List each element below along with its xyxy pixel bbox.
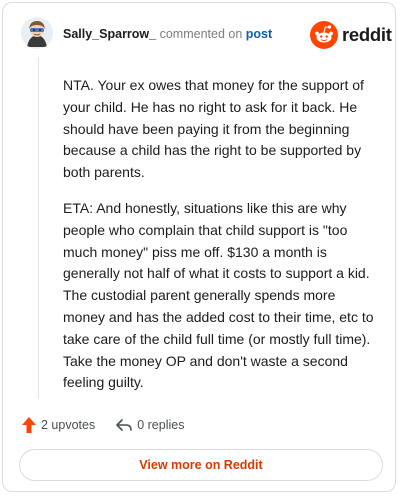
comment-paragraph: ETA: And honestly, situations like this …	[63, 199, 374, 391]
thread-line	[38, 57, 39, 399]
comment-byline: Sally_Sparrow_ commented on post	[63, 26, 272, 42]
username-link[interactable]: Sally_Sparrow_	[63, 27, 156, 41]
view-more-button[interactable]: View more on Reddit	[19, 449, 383, 481]
comment-body: NTA. Your ex owes that money for the sup…	[63, 75, 375, 408]
upvote-arrow-icon	[22, 417, 36, 433]
post-link[interactable]: post	[246, 27, 272, 41]
reddit-wordmark: reddit	[342, 24, 392, 45]
embedded-comment-card: Sally_Sparrow_ commented on post reddit …	[2, 2, 396, 492]
upvote-count: 2 upvotes	[41, 418, 96, 432]
user-avatar[interactable]	[21, 17, 53, 49]
comment-header: Sally_Sparrow_ commented on post reddit	[3, 3, 395, 65]
commented-on-text: commented on	[159, 27, 243, 41]
comment-actions: 2 upvotes 0 replies	[21, 415, 184, 435]
reddit-logo[interactable]: reddit	[310, 21, 392, 49]
comment-paragraph: NTA. Your ex owes that money for the sup…	[63, 77, 364, 181]
reddit-snoo-icon	[310, 21, 338, 49]
upvote-button[interactable]: 2 upvotes	[21, 416, 95, 434]
replies-button[interactable]: 0 replies	[115, 417, 184, 433]
reply-count: 0 replies	[137, 418, 185, 432]
avatar-illustration	[21, 17, 53, 49]
reply-arrow-icon	[116, 419, 133, 431]
